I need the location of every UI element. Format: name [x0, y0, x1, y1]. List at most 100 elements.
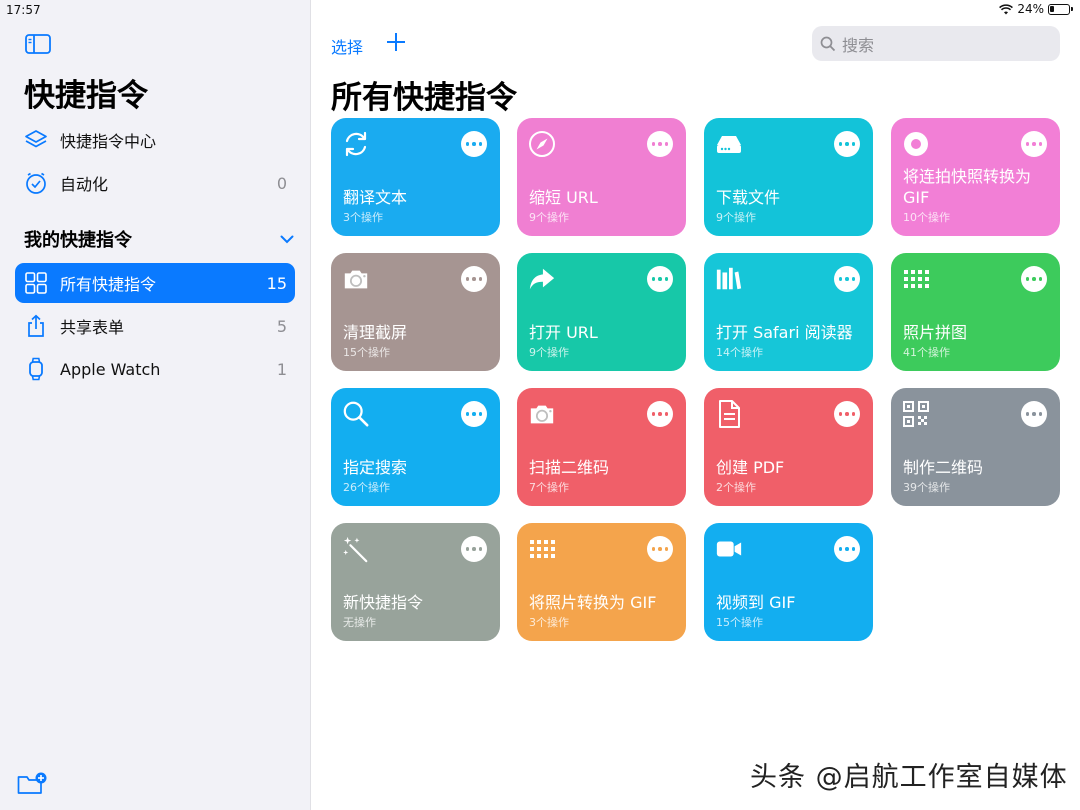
drive-icon [715, 130, 743, 158]
watch-icon [24, 357, 48, 381]
shortcut-card[interactable]: 将连拍快照转换为 GIF 10个操作 [891, 118, 1060, 236]
sidebar-item-automation[interactable]: 自动化 0 [15, 163, 295, 203]
sidebar-item-count: 5 [276, 316, 287, 336]
clock-check-icon [24, 171, 48, 195]
compass-icon [528, 130, 556, 158]
status-indicators: 24% [999, 2, 1073, 16]
shortcut-name: 视频到 GIF [716, 593, 796, 612]
sidebar-item-label: 所有快捷指令 [60, 275, 157, 294]
shortcut-card[interactable]: 创建 PDF 2个操作 [704, 388, 873, 506]
sidebar-item-gallery[interactable]: 快捷指令中心 [15, 120, 295, 160]
shortcut-card[interactable]: 将照片转换为 GIF 3个操作 [517, 523, 686, 641]
share-arrow-icon [528, 265, 556, 293]
section-title: 我的快捷指令 [24, 230, 132, 251]
shortcut-name: 打开 URL [529, 323, 598, 342]
search-field[interactable]: 搜索 [812, 26, 1060, 61]
grid-icon [902, 265, 930, 293]
more-options-icon[interactable] [834, 131, 860, 157]
search-icon [820, 36, 836, 51]
sidebar-item-count: 0 [276, 173, 287, 193]
magnifier-icon [342, 400, 370, 428]
camera-icon [528, 400, 556, 428]
watermark-text: 头条 @启航工作室自媒体 [750, 762, 1068, 793]
shortcut-name: 创建 PDF [716, 458, 785, 477]
shortcut-card[interactable]: 打开 Safari 阅读器 14个操作 [704, 253, 873, 371]
shortcut-action-count: 2个操作 [716, 481, 756, 494]
shortcut-name: 清理截屏 [343, 323, 408, 342]
add-shortcut-button[interactable] [385, 31, 407, 53]
shortcut-name: 照片拼图 [903, 323, 968, 342]
status-bar: 17:57 24% [0, 0, 1080, 20]
new-folder-icon[interactable] [17, 772, 47, 796]
shortcut-name: 翻译文本 [343, 188, 408, 207]
shortcut-card[interactable]: 缩短 URL 9个操作 [517, 118, 686, 236]
sidebar-item-label: 快捷指令中心 [60, 132, 157, 151]
shortcut-action-count: 15个操作 [343, 346, 390, 359]
shortcut-card[interactable]: 制作二维码 39个操作 [891, 388, 1060, 506]
sidebar-item-label: 自动化 [60, 175, 109, 194]
more-options-icon[interactable] [461, 536, 487, 562]
books-icon [715, 265, 743, 293]
grid-squares-icon [24, 271, 48, 295]
shortcut-name: 缩短 URL [529, 188, 598, 207]
shortcut-action-count: 9个操作 [529, 211, 569, 224]
more-options-icon[interactable] [1021, 131, 1047, 157]
shortcut-name: 指定搜索 [343, 458, 408, 477]
sidebar-title: 快捷指令 [24, 78, 148, 114]
more-options-icon[interactable] [461, 266, 487, 292]
more-options-icon[interactable] [647, 401, 673, 427]
shortcut-card[interactable]: 清理截屏 15个操作 [331, 253, 500, 371]
more-options-icon[interactable] [834, 536, 860, 562]
sidebar-item-all-shortcuts[interactable]: 所有快捷指令 15 [15, 263, 295, 303]
page-title: 所有快捷指令 [331, 80, 517, 116]
shortcut-name: 制作二维码 [903, 458, 984, 477]
shortcut-action-count: 41个操作 [903, 346, 950, 359]
layers-icon [24, 128, 48, 152]
battery-percent: 24% [1017, 2, 1044, 16]
shortcut-name: 打开 Safari 阅读器 [716, 323, 853, 342]
refresh-icon [342, 130, 370, 158]
video-icon [715, 535, 743, 563]
battery-level [1050, 5, 1054, 12]
more-options-icon[interactable] [834, 266, 860, 292]
shortcut-card[interactable]: 下载文件 9个操作 [704, 118, 873, 236]
shortcut-name: 将照片转换为 GIF [529, 593, 657, 612]
shortcut-action-count: 14个操作 [716, 346, 763, 359]
section-my-shortcuts[interactable]: 我的快捷指令 [24, 226, 294, 252]
shortcut-card[interactable]: 翻译文本 3个操作 [331, 118, 500, 236]
shortcut-action-count: 3个操作 [529, 616, 569, 629]
more-options-icon[interactable] [834, 401, 860, 427]
sidebar-item-label: 共享表单 [60, 318, 125, 337]
more-options-icon[interactable] [461, 131, 487, 157]
sidebar-item-share-sheet[interactable]: 共享表单 5 [15, 306, 295, 346]
shortcut-card[interactable]: 新快捷指令 无操作 [331, 523, 500, 641]
chevron-down-icon[interactable] [280, 235, 294, 244]
shortcut-card[interactable]: 视频到 GIF 15个操作 [704, 523, 873, 641]
shortcut-action-count: 15个操作 [716, 616, 763, 629]
more-options-icon[interactable] [1021, 266, 1047, 292]
shortcut-action-count: 3个操作 [343, 211, 383, 224]
battery-icon [1048, 3, 1073, 15]
sidebar-toggle-icon[interactable] [25, 34, 51, 54]
shortcut-card[interactable]: 扫描二维码 7个操作 [517, 388, 686, 506]
shortcut-name: 将连拍快照转换为 GIF [903, 167, 1032, 207]
shortcut-name: 扫描二维码 [529, 458, 610, 477]
shortcut-action-count: 10个操作 [903, 211, 950, 224]
select-button[interactable]: 选择 [331, 34, 363, 58]
more-options-icon[interactable] [647, 266, 673, 292]
document-icon [715, 400, 743, 428]
shortcut-card[interactable]: 指定搜索 26个操作 [331, 388, 500, 506]
shortcut-action-count: 9个操作 [716, 211, 756, 224]
more-options-icon[interactable] [1021, 401, 1047, 427]
search-placeholder: 搜索 [842, 35, 875, 55]
more-options-icon[interactable] [647, 536, 673, 562]
status-time: 17:57 [6, 3, 41, 17]
shortcut-card[interactable]: 打开 URL 9个操作 [517, 253, 686, 371]
more-options-icon[interactable] [461, 401, 487, 427]
sidebar-item-label: Apple Watch [60, 359, 161, 379]
more-options-icon[interactable] [647, 131, 673, 157]
shortcut-action-count: 26个操作 [343, 481, 390, 494]
sidebar-item-apple-watch[interactable]: Apple Watch 1 [15, 349, 295, 389]
shortcut-card[interactable]: 照片拼图 41个操作 [891, 253, 1060, 371]
magic-wand-icon [342, 535, 370, 563]
